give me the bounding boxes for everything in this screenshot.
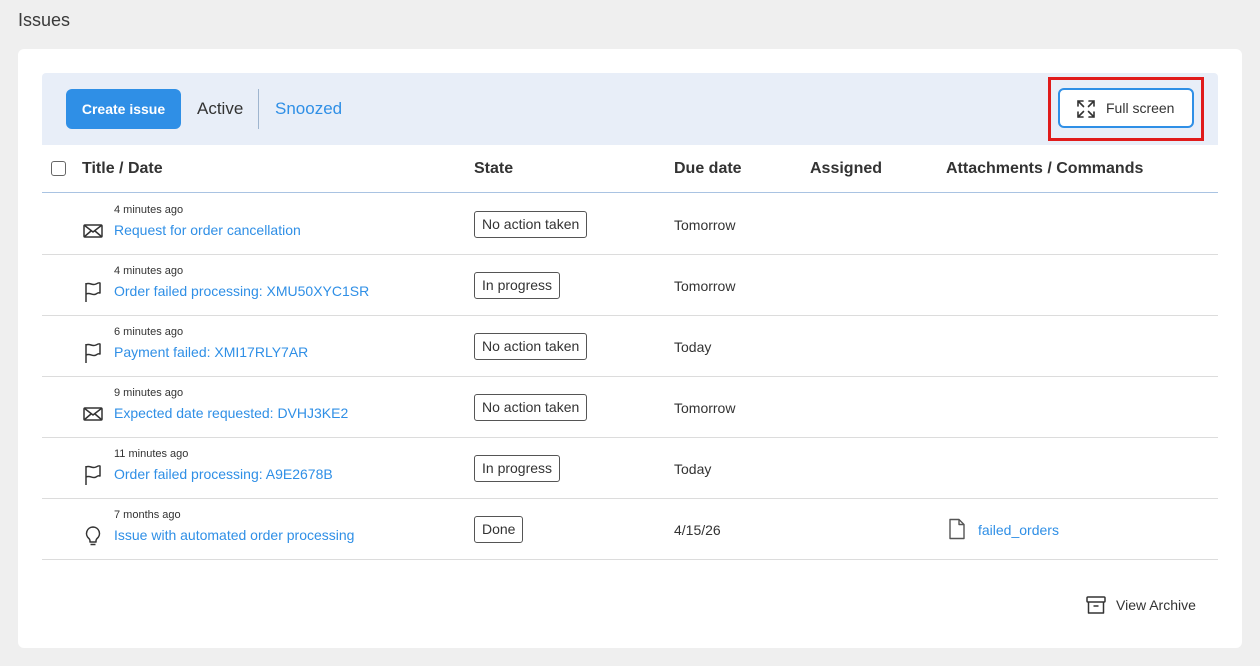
due-date: Tomorrow bbox=[674, 400, 736, 416]
issue-time: 4 minutes ago bbox=[114, 265, 184, 277]
issue-title-link[interactable]: Expected date requested: DVHJ3KE2 bbox=[114, 405, 348, 421]
envelope-icon bbox=[82, 220, 104, 242]
flag-icon bbox=[82, 281, 104, 303]
issue-time: 11 minutes ago bbox=[114, 448, 189, 460]
issues-toolbar: Create issue Active Snoozed Full screen bbox=[42, 73, 1218, 145]
state-badge: No action taken bbox=[474, 333, 588, 360]
view-archive-label: View Archive bbox=[1116, 597, 1196, 613]
flag-icon bbox=[82, 342, 104, 364]
due-date: Tomorrow bbox=[674, 217, 736, 233]
attachment-link[interactable]: failed_orders bbox=[978, 522, 1059, 538]
table-header: Title / Date State Due date Assigned Att… bbox=[42, 145, 1218, 193]
issue-time: 7 months ago bbox=[114, 509, 181, 521]
tab-divider bbox=[258, 89, 259, 129]
due-date: Today bbox=[674, 339, 712, 355]
select-all-checkbox[interactable] bbox=[51, 161, 66, 176]
state-badge: In progress bbox=[474, 272, 561, 299]
issue-time: 9 minutes ago bbox=[114, 387, 184, 399]
full-screen-label: Full screen bbox=[1106, 100, 1175, 116]
issues-card: Create issue Active Snoozed Full screen … bbox=[18, 49, 1242, 648]
due-date: 4/15/26 bbox=[674, 522, 721, 538]
lightbulb-icon bbox=[82, 525, 104, 547]
due-date: Tomorrow bbox=[674, 278, 736, 294]
issue-title-link[interactable]: Request for order cancellation bbox=[114, 222, 301, 238]
issue-title-link[interactable]: Payment failed: XMI17RLY7AR bbox=[114, 344, 308, 360]
state-badge: No action taken bbox=[474, 211, 588, 238]
expand-icon bbox=[1076, 99, 1096, 119]
state-badge: Done bbox=[474, 516, 524, 543]
full-screen-button[interactable]: Full screen bbox=[1058, 88, 1194, 128]
create-issue-button[interactable]: Create issue bbox=[66, 89, 181, 129]
table-row[interactable]: 6 minutes ago Payment failed: XMI17RLY7A… bbox=[42, 316, 1218, 377]
column-attachments-commands[interactable]: Attachments / Commands bbox=[946, 160, 1143, 178]
file-icon bbox=[948, 518, 966, 540]
state-badge: In progress bbox=[474, 455, 561, 482]
due-date: Today bbox=[674, 461, 712, 477]
tab-snoozed[interactable]: Snoozed bbox=[275, 99, 342, 119]
page-title: Issues bbox=[18, 10, 71, 30]
tab-active[interactable]: Active bbox=[197, 99, 243, 119]
column-title-date[interactable]: Title / Date bbox=[82, 160, 163, 178]
table-row[interactable]: 9 minutes ago Expected date requested: D… bbox=[42, 377, 1218, 438]
table-row[interactable]: 11 minutes ago Order failed processing: … bbox=[42, 438, 1218, 499]
issue-title-link[interactable]: Issue with automated order processing bbox=[114, 527, 354, 543]
flag-icon bbox=[82, 464, 104, 486]
issue-time: 6 minutes ago bbox=[114, 326, 184, 338]
column-due-date[interactable]: Due date bbox=[674, 160, 742, 178]
column-state[interactable]: State bbox=[474, 160, 513, 178]
table-row[interactable]: 4 minutes ago Order failed processing: X… bbox=[42, 255, 1218, 316]
issue-title-link[interactable]: Order failed processing: XMU50XYC1SR bbox=[114, 283, 369, 299]
issue-title-link[interactable]: Order failed processing: A9E2678B bbox=[114, 466, 333, 482]
archive-box-icon bbox=[1085, 594, 1107, 616]
issue-time: 4 minutes ago bbox=[114, 204, 184, 216]
column-assigned[interactable]: Assigned bbox=[810, 160, 882, 178]
table-row[interactable]: 4 minutes ago Request for order cancella… bbox=[42, 194, 1218, 255]
state-badge: No action taken bbox=[474, 394, 588, 421]
table-row[interactable]: 7 months ago Issue with automated order … bbox=[42, 499, 1218, 560]
envelope-icon bbox=[82, 403, 104, 425]
